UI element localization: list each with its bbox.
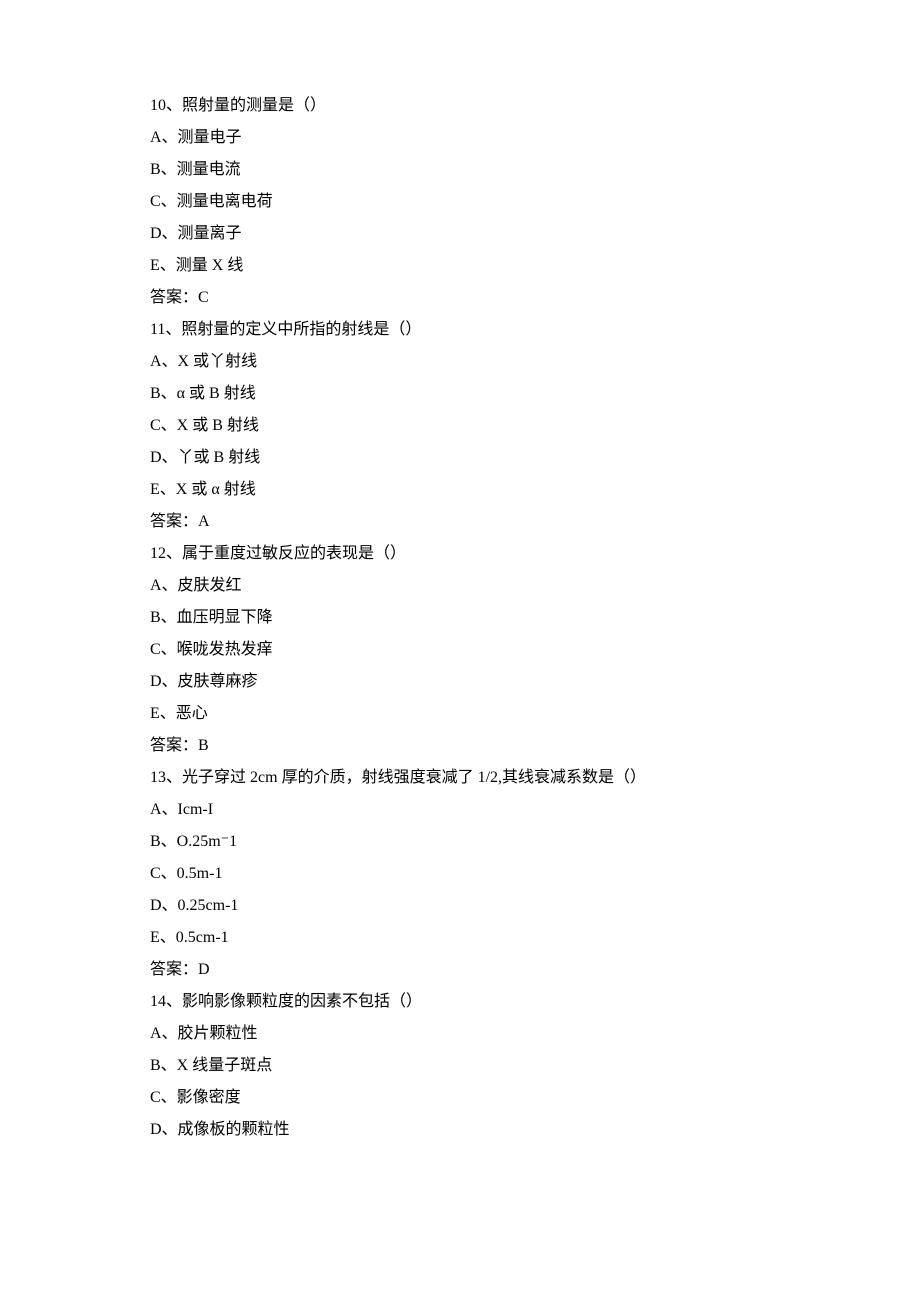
option: C、X 或 B 射线 [150, 410, 770, 442]
option: B、O.25m⁻1 [150, 826, 770, 858]
option: D、皮肤尊麻疹 [150, 666, 770, 698]
option: B、X 线量子斑点 [150, 1050, 770, 1082]
answer: 答案：B [150, 730, 770, 762]
question-stem: 11、照射量的定义中所指的射线是（） [150, 314, 770, 346]
option: E、0.5cm-1 [150, 922, 770, 954]
question-stem: 12、属于重度过敏反应的表现是（） [150, 538, 770, 570]
question-number: 12、 [150, 545, 182, 562]
question-number: 10、 [150, 97, 182, 114]
document-page: 10、照射量的测量是（） A、测量电子 B、测量电流 C、测量电离电荷 D、测量… [0, 0, 920, 1206]
question-text: 照射量的测量是（） [182, 97, 326, 114]
option: B、α 或 B 射线 [150, 378, 770, 410]
question-text: 照射量的定义中所指的射线是（） [181, 321, 421, 338]
option: E、X 或 α 射线 [150, 474, 770, 506]
question-stem: 13、光子穿过 2cm 厚的介质，射线强度衰减了 1/2,其线衰减系数是（） [150, 762, 770, 794]
answer: 答案：D [150, 954, 770, 986]
option: A、胶片颗粒性 [150, 1018, 770, 1050]
option: D、丫或 B 射线 [150, 442, 770, 474]
option: C、测量电离电荷 [150, 186, 770, 218]
question-stem: 10、照射量的测量是（） [150, 90, 770, 122]
option: D、成像板的颗粒性 [150, 1114, 770, 1146]
question-text: 属于重度过敏反应的表现是（） [182, 545, 406, 562]
option: C、喉咙发热发痒 [150, 634, 770, 666]
option: A、X 或丫射线 [150, 346, 770, 378]
option: A、测量电子 [150, 122, 770, 154]
option: E、恶心 [150, 698, 770, 730]
option: E、测量 X 线 [150, 250, 770, 282]
question-number: 14、 [150, 993, 182, 1010]
question-number: 13、 [150, 769, 182, 786]
answer: 答案：A [150, 506, 770, 538]
option: D、测量离子 [150, 218, 770, 250]
option: B、血压明显下降 [150, 602, 770, 634]
option: D、0.25cm-1 [150, 890, 770, 922]
option: A、Icm-I [150, 794, 770, 826]
question-text: 光子穿过 2cm 厚的介质，射线强度衰减了 1/2,其线衰减系数是（） [182, 769, 646, 786]
option: A、皮肤发红 [150, 570, 770, 602]
question-text: 影响影像颗粒度的因素不包括（） [182, 993, 422, 1010]
question-number: 11、 [150, 321, 181, 338]
option: C、0.5m-1 [150, 858, 770, 890]
option: B、测量电流 [150, 154, 770, 186]
option: C、影像密度 [150, 1082, 770, 1114]
question-stem: 14、影响影像颗粒度的因素不包括（） [150, 986, 770, 1018]
answer: 答案：C [150, 282, 770, 314]
